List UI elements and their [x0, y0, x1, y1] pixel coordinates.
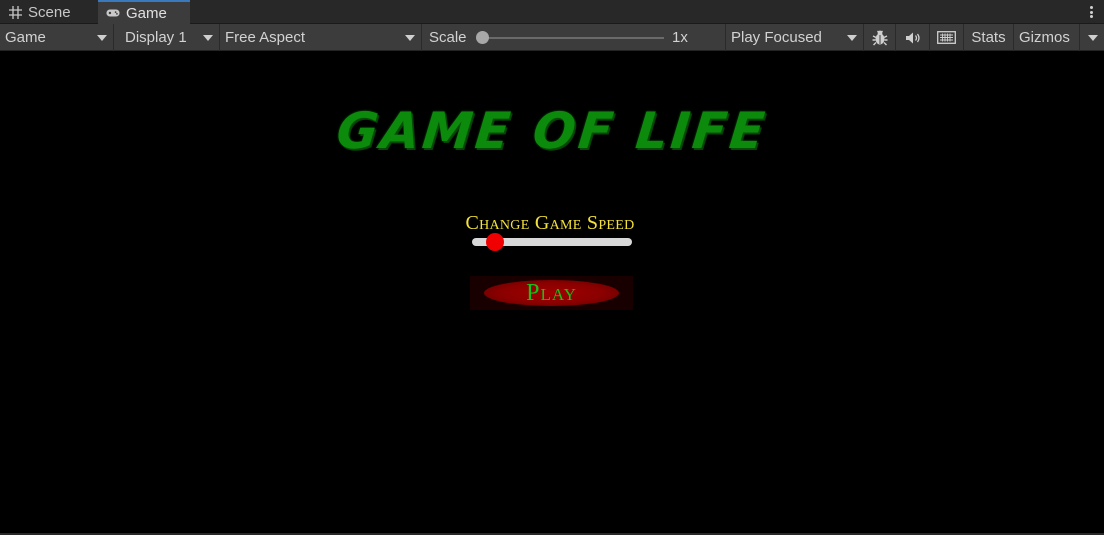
play-button-label: Play [526, 279, 577, 306]
play-mode-select-label: Play Focused [731, 29, 822, 46]
play-button[interactable]: Play [484, 280, 619, 306]
play-button-frame: Play [470, 276, 633, 310]
tab-game[interactable]: Game [98, 0, 190, 24]
chevron-down-icon [1088, 35, 1098, 41]
editor-tab-bar: Scene Game [0, 0, 1104, 24]
change-speed-label: Change Game Speed [465, 212, 635, 234]
grid-icon [8, 5, 22, 19]
audio-mute-icon[interactable] [896, 24, 930, 51]
display-select[interactable]: Display 1 [115, 24, 220, 51]
gizmos-dropdown[interactable] [1080, 24, 1104, 51]
bug-icon[interactable] [864, 24, 896, 51]
scale-slider-handle[interactable] [476, 31, 489, 44]
scale-value: 1x [672, 29, 688, 46]
game-title: GAME OF LIFE [333, 102, 771, 160]
tab-scene-label: Scene [28, 3, 71, 21]
stats-button[interactable]: Stats [964, 24, 1014, 51]
game-viewport: GAME OF LIFE Change Game Speed Play [0, 52, 1104, 533]
chevron-down-icon [405, 35, 415, 41]
chevron-down-icon [847, 35, 857, 41]
scale-control: Scale 1x [422, 24, 726, 51]
game-view-toolbar: Game Display 1 Free Aspect Scale 1x Play… [0, 24, 1104, 51]
keyboard-icon[interactable] [930, 24, 964, 51]
gizmos-button[interactable]: Gizmos [1014, 24, 1080, 51]
tab-game-label: Game [126, 4, 167, 22]
more-options-icon[interactable] [1086, 4, 1096, 20]
play-mode-select[interactable]: Play Focused [726, 24, 864, 51]
display-select-label: Display 1 [125, 29, 187, 46]
aspect-select-label: Free Aspect [225, 29, 306, 46]
gamepad-icon [106, 6, 120, 20]
stats-label: Stats [971, 29, 1006, 46]
aspect-select[interactable]: Free Aspect [220, 24, 422, 51]
game-view-select[interactable]: Game [0, 24, 114, 51]
game-view-select-label: Game [5, 29, 46, 46]
chevron-down-icon [203, 35, 213, 41]
game-speed-slider-handle[interactable] [486, 233, 505, 251]
tab-scene[interactable]: Scene [0, 0, 96, 24]
chevron-down-icon [97, 35, 107, 41]
scale-label: Scale [429, 29, 467, 46]
scale-slider-track[interactable] [478, 37, 664, 39]
gizmos-label: Gizmos [1019, 29, 1070, 46]
